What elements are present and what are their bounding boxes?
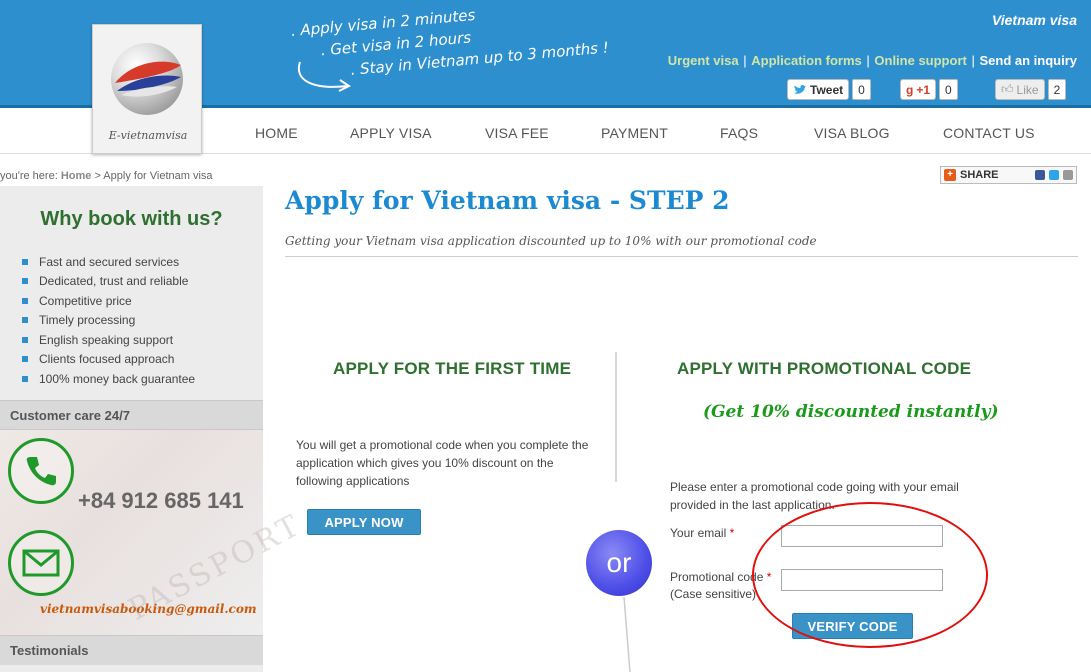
list-item-label: Competitive price [39,293,132,308]
email-input[interactable] [781,525,943,547]
testimonials-heading: Testimonials [0,635,263,665]
like-label: Like [1016,82,1039,97]
gplus-button[interactable]: g +1 [900,79,937,100]
bullet-icon [22,278,28,285]
list-item: Timely processing [22,311,195,331]
promo-code-input[interactable] [781,569,943,591]
email-label-text: Your email [670,526,727,540]
breadcrumb-prefix: you're here: [0,170,58,182]
twitter-bird-icon [794,84,806,94]
breadcrumb-home-link[interactable]: Home [61,170,92,182]
promo-code-label: Promotional code * (Case sensitive) [670,569,771,603]
sidebar: Why book with us? Fast and secured servi… [0,186,308,672]
like-count: 2 [1047,79,1067,100]
list-item: Dedicated, trust and reliable [22,272,195,292]
gplus-count: 0 [939,79,958,100]
send-inquiry-link[interactable]: Send an inquiry [979,53,1077,68]
bullet-icon [22,356,28,363]
envelope-icon [8,530,74,596]
share-label: SHARE [960,169,999,181]
first-time-description: You will get a promotional code when you… [296,438,589,488]
application-forms-link[interactable]: Application forms [751,53,862,68]
thumbs-up-icon: 👍︎ [1001,82,1014,96]
top-links: Urgent visa | Application forms | Online… [668,53,1077,68]
email-label: Your email * [670,525,734,542]
promo-code-label-text: Promotional code [670,570,764,584]
page-title: Apply for Vietnam visa - STEP 2 [285,186,730,215]
addthis-plus-icon: + [944,169,956,181]
share-button[interactable]: + SHARE [940,166,1077,184]
brand-name: Vietnam visa [991,12,1077,28]
bullet-icon [22,336,28,343]
promo-description: Please enter a promotional code going wi… [670,480,959,512]
bullet-icon [22,375,28,382]
facebook-icon [1035,170,1045,180]
list-item: Clients focused approach [22,350,195,370]
like-button[interactable]: 👍︎ Like [995,79,1045,100]
nav-visa-fee[interactable]: VISA FEE [485,125,549,141]
verify-code-button[interactable]: VERIFY CODE [792,613,913,639]
urgent-visa-link[interactable]: Urgent visa [668,53,739,68]
customer-care-panel: PASSPORT +84 912 685 141 vietnamvisabook… [0,430,308,635]
tweet-label: Tweet [810,82,844,97]
phone-number[interactable]: +84 912 685 141 [78,488,244,514]
gplus-icon: g [906,82,914,97]
bullet-icon [22,258,28,265]
list-item: 100% money back guarantee [22,369,195,389]
nav-faqs[interactable]: FAQS [720,125,758,141]
customer-care-heading: Customer care 24/7 [0,400,263,430]
list-item: Competitive price [22,291,195,311]
tweet-widget: Tweet 0 [787,79,871,100]
contact-email[interactable]: vietnamvisabooking@gmail.com [40,602,257,616]
like-widget: 👍︎ Like 2 [995,79,1067,100]
required-mark: * [729,526,735,540]
breadcrumb: you're here: Home > Apply for Vietnam vi… [0,170,213,182]
list-item-label: 100% money back guarantee [39,371,196,386]
slogan-arrow-icon [297,61,351,92]
first-time-heading: APPLY FOR THE FIRST TIME [333,359,572,378]
phone-icon [8,438,74,504]
column-divider [615,352,631,672]
tweet-button[interactable]: Tweet [787,79,850,100]
list-item: English speaking support [22,330,195,350]
or-badge: or [586,530,652,596]
apply-now-button[interactable]: APPLY NOW [307,509,421,535]
bullet-icon [22,317,28,324]
breadcrumb-current: > Apply for Vietnam visa [94,170,213,182]
more-share-icon [1063,170,1073,180]
page: . Apply visa in 2 minutes . Get visa in … [0,0,1091,672]
bullet-icon [22,297,28,304]
nav-contact-us[interactable]: CONTACT US [943,125,1035,141]
link-separator: | [866,53,870,68]
nav-payment[interactable]: PAYMENT [601,125,668,141]
link-separator: | [743,53,747,68]
promo-heading: APPLY WITH PROMOTIONAL CODE [677,359,972,378]
list-item-label: Dedicated, trust and reliable [39,274,189,289]
globe-logo-icon [111,43,183,115]
nav-home[interactable]: HOME [255,125,298,141]
logo-text: E-vietnamvisa [108,129,188,142]
list-item: Fast and secured services [22,252,195,272]
promo-subheading: (Get 10% discounted instantly) [703,402,999,422]
gplus-label: +1 [916,82,931,97]
gplus-widget: g +1 0 [900,79,958,100]
list-item-label: Timely processing [39,313,136,328]
case-sensitive-hint: (Case sensitive) [670,587,757,601]
why-book-title: Why book with us? [40,208,223,230]
link-separator: | [971,53,975,68]
page-subtitle: Getting your Vietnam visa application di… [285,234,817,248]
nav-apply-visa[interactable]: APPLY VISA [350,125,432,141]
why-book-list: Fast and secured services Dedicated, tru… [22,252,195,389]
list-item-label: Fast and secured services [39,254,180,269]
online-support-link[interactable]: Online support [874,53,966,68]
title-divider [285,256,1078,257]
list-item-label: English speaking support [39,332,174,347]
tweet-count: 0 [852,79,871,100]
nav-visa-blog[interactable]: VISA BLOG [814,125,890,141]
required-mark: * [766,570,772,584]
site-logo[interactable]: E-vietnamvisa [92,24,202,154]
list-item-label: Clients focused approach [39,352,175,367]
twitter-icon [1049,170,1059,180]
